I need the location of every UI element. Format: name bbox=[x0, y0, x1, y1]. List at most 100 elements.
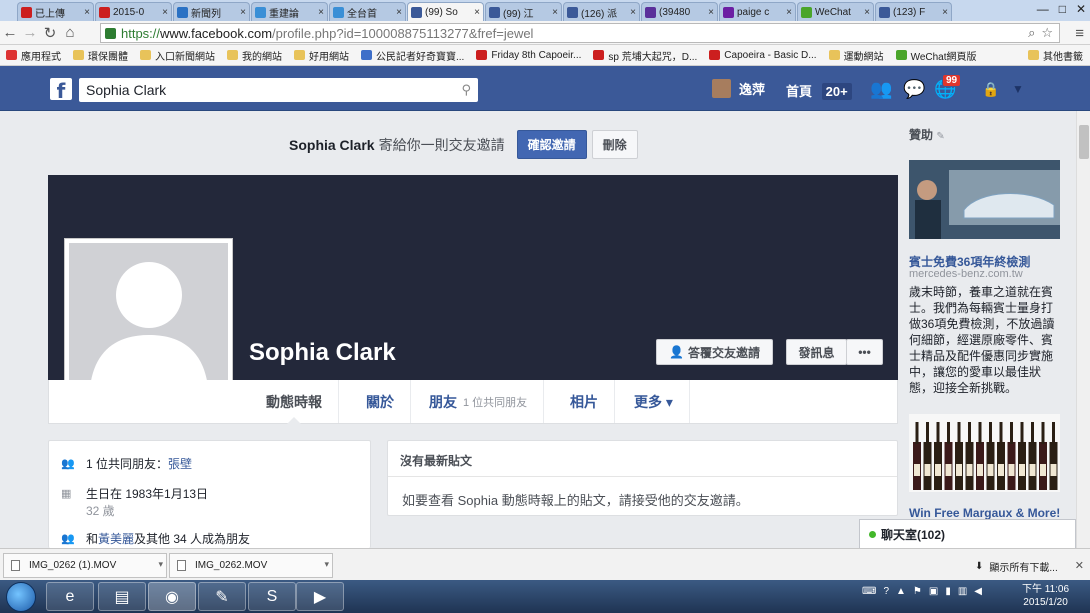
profile-tab[interactable]: 更多 ▾ bbox=[618, 380, 690, 423]
close-tab-icon[interactable]: × bbox=[240, 7, 246, 18]
close-tab-icon[interactable]: × bbox=[474, 7, 480, 18]
privacy-shortcuts-icon[interactable]: 🔒 bbox=[982, 81, 999, 98]
account-menu-icon[interactable]: ▼ bbox=[1012, 82, 1024, 96]
bookmark-item[interactable]: 其他書籤 bbox=[1028, 48, 1083, 63]
ie-icon[interactable]: e bbox=[46, 582, 94, 611]
minimize-button[interactable]: — bbox=[1037, 2, 1049, 16]
intro-card: 👥 1 位共同朋友：張壁 ▦ 生日在 1983年1月13日 32 歲 👥 和黃美… bbox=[48, 440, 371, 548]
ad-choices-icon[interactable]: ✎ bbox=[936, 131, 944, 142]
paint-icon[interactable]: ✎ bbox=[198, 582, 246, 611]
browser-tab[interactable]: 新聞列 × bbox=[173, 2, 250, 21]
respond-friend-request-button[interactable]: 👤 答覆交友邀請 bbox=[656, 339, 773, 365]
bookmark-item[interactable]: 運動網站 bbox=[828, 48, 884, 63]
ad-title-wine[interactable]: Win Free Margaux & More! bbox=[909, 506, 1060, 520]
profile-tab[interactable]: 動態時報 bbox=[250, 380, 339, 424]
browser-menu-icon[interactable]: ≡ bbox=[1075, 25, 1084, 42]
search-icon[interactable]: ⚲ bbox=[461, 78, 471, 102]
confirm-request-button[interactable]: 確認邀請 bbox=[516, 130, 587, 159]
close-tab-icon[interactable]: × bbox=[630, 7, 636, 18]
close-tab-icon[interactable]: × bbox=[162, 7, 168, 18]
mutual-friend-link[interactable]: 張壁 bbox=[168, 457, 192, 471]
app-tray-icon[interactable]: ▣ bbox=[929, 586, 938, 597]
back-icon[interactable]: ← bbox=[0, 24, 20, 41]
page-scrollbar[interactable] bbox=[1076, 111, 1090, 548]
chrome-icon[interactable]: ◉ bbox=[148, 582, 196, 611]
bookmark-star-icon[interactable]: ☆ bbox=[1041, 25, 1053, 41]
close-tab-icon[interactable]: × bbox=[552, 7, 558, 18]
close-tab-icon[interactable]: × bbox=[942, 7, 948, 18]
download-item[interactable]: IMG_0262.MOV ▾ bbox=[169, 553, 333, 578]
chevron-down-icon[interactable]: ▾ bbox=[324, 559, 329, 570]
help-icon[interactable]: ? bbox=[883, 586, 889, 597]
bookmark-item[interactable]: WeChat網頁版 bbox=[895, 48, 977, 63]
browser-tab[interactable]: 2015-0 × bbox=[95, 2, 172, 21]
bookmark-item[interactable]: 好用網站 bbox=[294, 48, 349, 63]
reload-icon[interactable]: ↻ bbox=[40, 24, 60, 42]
bookmark-item[interactable]: 入口新聞網站 bbox=[140, 48, 215, 63]
more-options-button[interactable]: ••• bbox=[846, 339, 883, 365]
browser-tab[interactable]: (126) 派 × bbox=[563, 2, 640, 21]
browser-tab[interactable]: 全台首 × bbox=[329, 2, 406, 21]
keyboard-icon[interactable]: ⌨ bbox=[862, 586, 876, 597]
bookmark-item[interactable]: Friday 8th Capoeir... bbox=[476, 50, 581, 61]
volume-icon[interactable]: ◀ bbox=[974, 586, 982, 597]
network-icon[interactable]: ▥ bbox=[958, 586, 967, 597]
close-tab-icon[interactable]: × bbox=[84, 7, 90, 18]
browser-tab[interactable]: 重建論 × bbox=[251, 2, 328, 21]
bookmark-item[interactable]: Capoeira - Basic D... bbox=[709, 50, 817, 61]
battery-icon[interactable]: ▮ bbox=[945, 586, 951, 597]
close-tab-icon[interactable]: × bbox=[708, 7, 714, 18]
close-tab-icon[interactable]: × bbox=[864, 7, 870, 18]
chevron-down-icon[interactable]: ▾ bbox=[158, 559, 163, 570]
bookmark-item[interactable]: 環保團體 bbox=[73, 48, 128, 63]
browser-tab[interactable]: (123) F × bbox=[875, 2, 952, 21]
home-link[interactable]: 首頁 20+ bbox=[786, 81, 852, 100]
profile-tab[interactable]: 朋友 1 位共同朋友 bbox=[413, 380, 545, 423]
friend-link[interactable]: 黃美麗 bbox=[98, 532, 134, 546]
delete-request-button[interactable]: 刪除 bbox=[591, 130, 638, 159]
close-downloads-icon[interactable]: ✕ bbox=[1075, 559, 1084, 572]
show-all-downloads-link[interactable]: ⬇ 顯示所有下載... bbox=[975, 559, 1058, 574]
home-icon[interactable]: ⌂ bbox=[60, 24, 80, 41]
bookmark-item[interactable]: 應用程式 bbox=[6, 48, 61, 63]
show-hidden-icons[interactable]: ▲ bbox=[896, 586, 906, 597]
browser-tab[interactable]: paige c × bbox=[719, 2, 796, 21]
chat-sidebar-toggle[interactable]: 聊天室(102) bbox=[859, 519, 1076, 548]
close-tab-icon[interactable]: × bbox=[318, 7, 324, 18]
download-item[interactable]: IMG_0262 (1).MOV ▾ bbox=[3, 553, 167, 578]
close-window-button[interactable]: ✕ bbox=[1076, 2, 1086, 16]
ad-image-car[interactable] bbox=[909, 160, 1060, 239]
maximize-button[interactable]: □ bbox=[1059, 2, 1066, 16]
browser-tab[interactable]: (99) 江 × bbox=[485, 2, 562, 21]
explorer-icon[interactable]: ▤ bbox=[98, 582, 146, 611]
start-button[interactable] bbox=[6, 582, 36, 612]
search-input[interactable]: Sophia Clark ⚲ bbox=[79, 78, 478, 102]
bookmark-item[interactable]: sp 荒埔大起咒，D... bbox=[593, 48, 697, 63]
browser-tab[interactable]: WeChat × bbox=[797, 2, 874, 21]
profile-tab[interactable]: 關於 bbox=[350, 380, 411, 423]
sponsored-header: 贊助 bbox=[909, 128, 934, 142]
bookmark-item[interactable]: 我的網站 bbox=[227, 48, 282, 63]
scrollbar-thumb[interactable] bbox=[1079, 125, 1089, 159]
facebook-logo-icon[interactable]: f bbox=[50, 78, 72, 103]
browser-tab[interactable]: (39480 × bbox=[641, 2, 718, 21]
ad-image-wine[interactable] bbox=[909, 414, 1060, 492]
browser-tab[interactable]: 已上傳 × bbox=[17, 2, 94, 21]
profile-shortcut[interactable]: 逸萍 bbox=[712, 79, 765, 98]
profile-tab[interactable]: 相片 bbox=[554, 380, 615, 423]
friend-requests-icon[interactable]: 👥 bbox=[870, 79, 892, 100]
requester-name[interactable]: Sophia Clark bbox=[289, 137, 375, 153]
close-tab-icon[interactable]: × bbox=[786, 7, 792, 18]
message-button[interactable]: 發訊息 bbox=[786, 339, 847, 365]
close-tab-icon[interactable]: × bbox=[396, 7, 402, 18]
flag-icon[interactable]: ⚑ bbox=[913, 586, 922, 597]
system-clock[interactable]: 下午 11:06 2015/1/20 bbox=[1022, 583, 1069, 609]
messages-icon[interactable]: 💬 bbox=[903, 79, 925, 100]
forward-icon[interactable]: → bbox=[20, 24, 40, 41]
browser-tab[interactable]: (99) So × bbox=[407, 2, 484, 21]
zoom-icon[interactable]: ⌕ bbox=[1028, 25, 1035, 41]
skype-icon[interactable]: S bbox=[248, 582, 296, 611]
bookmark-item[interactable]: 公民記者好奇寶寶... bbox=[361, 48, 464, 63]
media-player-icon[interactable]: ▶ bbox=[296, 582, 344, 611]
address-bar[interactable]: https:// www.facebook.com /profile.php?i… bbox=[100, 23, 1060, 43]
